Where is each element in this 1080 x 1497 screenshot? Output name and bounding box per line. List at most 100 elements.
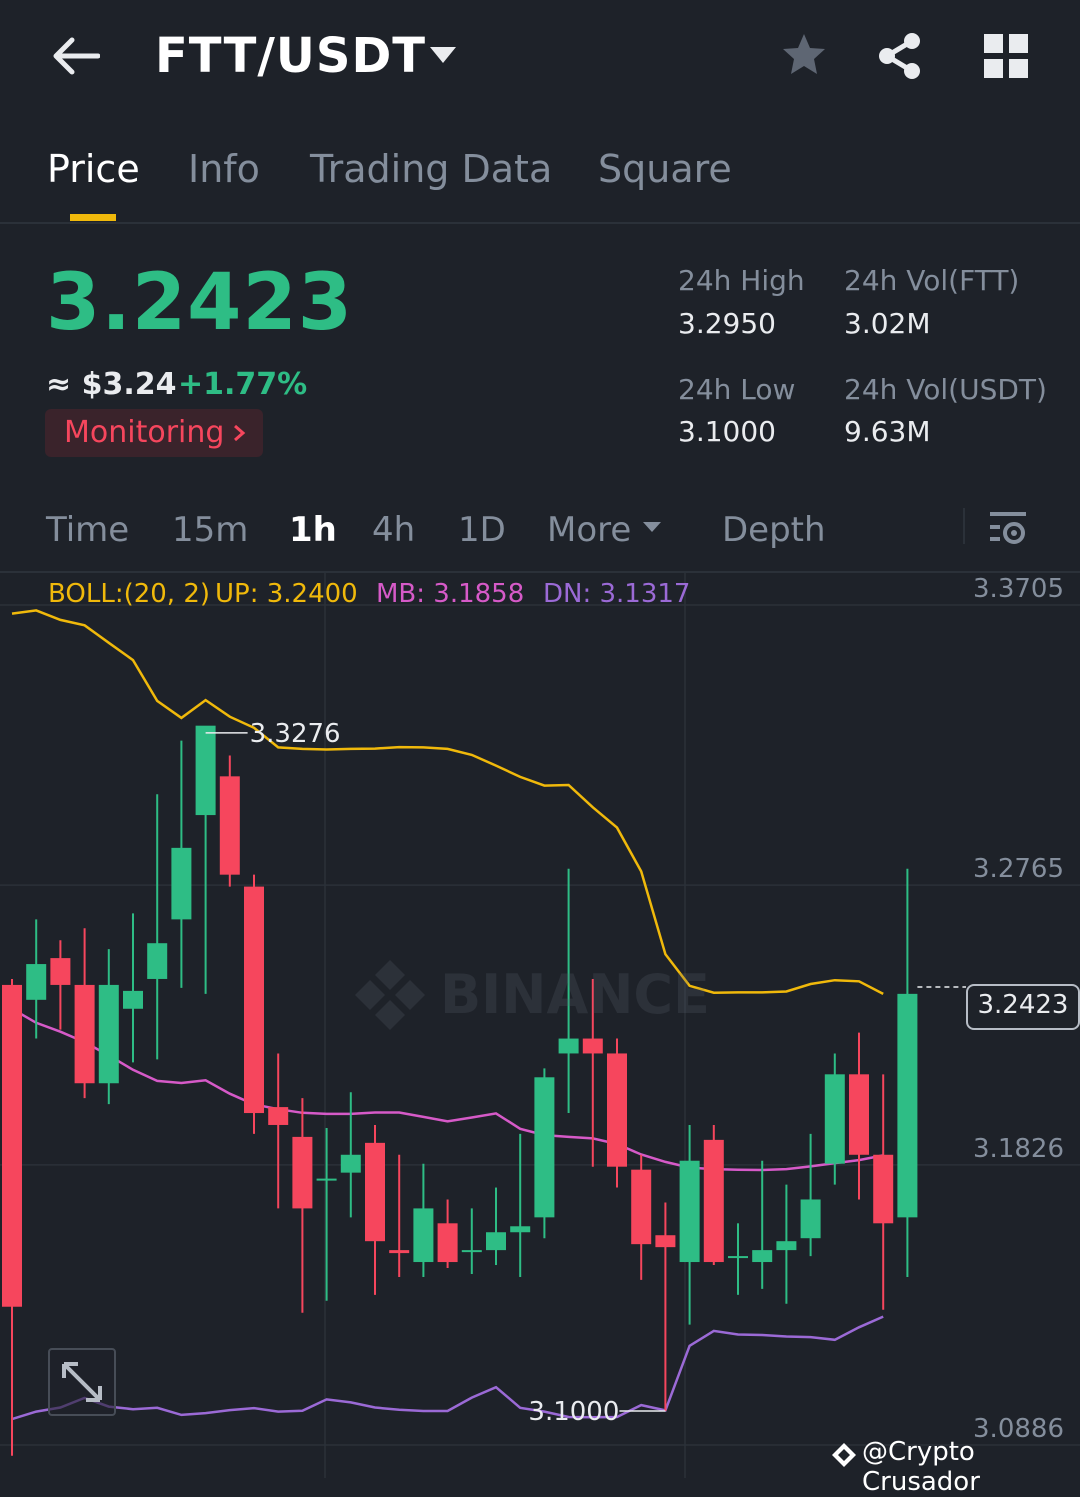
candle xyxy=(2,978,22,1456)
candle xyxy=(655,1202,676,1412)
boll-lower-line xyxy=(11,1315,884,1421)
candle-body xyxy=(171,847,192,920)
y-axis-label: 3.2765 xyxy=(973,854,1064,884)
candle-body xyxy=(26,964,47,1000)
candle xyxy=(74,928,95,1099)
active-tab-indicator xyxy=(70,214,116,221)
candle xyxy=(340,1092,361,1218)
candle-body xyxy=(437,1223,458,1263)
candle xyxy=(607,1038,627,1188)
candle-body xyxy=(147,943,168,979)
chart-settings-icon[interactable] xyxy=(988,508,1028,546)
interval-1d[interactable]: 1D xyxy=(458,510,506,550)
candle-body xyxy=(413,1208,434,1263)
favorite-star-icon[interactable] xyxy=(780,31,828,79)
tab-trading-data[interactable]: Trading Data xyxy=(310,147,552,191)
binance-logo-icon xyxy=(832,1443,856,1467)
candle-body xyxy=(897,993,918,1218)
candle-body xyxy=(74,984,95,1084)
interval-time[interactable]: Time xyxy=(46,510,129,550)
binance-watermark-logo: BINANCE xyxy=(355,960,710,1030)
candle xyxy=(413,1163,434,1277)
candle xyxy=(849,1032,869,1200)
usd-price: ≈ $3.24 xyxy=(46,367,177,402)
caret-down-icon[interactable] xyxy=(642,520,662,534)
candle xyxy=(437,1199,458,1269)
candle xyxy=(534,1068,555,1239)
back-arrow-icon[interactable] xyxy=(50,34,100,78)
24h-low-label: 24h Low xyxy=(678,373,796,406)
tabs-divider xyxy=(0,222,1080,224)
y-axis-label: 3.1826 xyxy=(973,1134,1064,1164)
share-icon[interactable] xyxy=(876,31,924,81)
tab-price[interactable]: Price xyxy=(47,147,140,191)
candle xyxy=(510,1133,531,1277)
last-price: 3.2423 xyxy=(46,258,353,348)
boll-dn-value: DN: 3.1317 xyxy=(543,579,691,609)
candle-body xyxy=(510,1226,531,1233)
24h-low-value: 3.1000 xyxy=(678,415,776,448)
candle xyxy=(389,1154,410,1277)
24h-vol-quote-label: 24h Vol(USDT) xyxy=(844,373,1047,406)
candle-body xyxy=(340,1154,361,1173)
candle-body xyxy=(461,1250,482,1253)
interval-more[interactable]: More xyxy=(547,510,631,550)
candle-body xyxy=(195,725,216,816)
candle-body xyxy=(607,1053,627,1167)
candle xyxy=(26,919,47,1039)
pair-title[interactable]: FTT/USDT xyxy=(155,28,426,84)
candle xyxy=(897,868,918,1277)
24h-high-value: 3.2950 xyxy=(678,307,776,340)
candle xyxy=(800,1133,821,1257)
candle xyxy=(461,1208,482,1274)
candle xyxy=(219,755,240,887)
candle-body xyxy=(316,1178,337,1181)
depth-tab[interactable]: Depth xyxy=(722,510,826,550)
tab-info[interactable]: Info xyxy=(188,147,260,191)
tab-square[interactable]: Square xyxy=(598,147,732,191)
candle xyxy=(244,874,264,1134)
interval-15m[interactable]: 15m xyxy=(172,510,248,550)
candle xyxy=(679,1124,700,1325)
candle-body xyxy=(244,886,264,1114)
interval-4h[interactable]: 4h xyxy=(372,510,415,550)
candle-body xyxy=(679,1160,700,1263)
chevron-down-icon[interactable] xyxy=(428,44,458,66)
candle-body xyxy=(703,1139,724,1263)
interval-separator xyxy=(963,508,965,544)
candle-body xyxy=(219,776,240,875)
interval-1h[interactable]: 1h xyxy=(289,510,337,550)
author-watermark: @Crypto Crusador xyxy=(862,1437,980,1497)
candle xyxy=(486,1187,506,1266)
candle xyxy=(195,725,216,994)
candle xyxy=(98,949,119,1105)
candle-body xyxy=(728,1256,748,1259)
candle-body xyxy=(292,1136,313,1209)
candle xyxy=(703,1124,724,1266)
high-marker-label: 3.3276 xyxy=(250,719,341,749)
candle-body xyxy=(582,1038,603,1054)
candle xyxy=(171,740,192,988)
boll-up-value: UP: 3.2400 xyxy=(215,579,358,609)
fullscreen-button[interactable] xyxy=(48,1348,116,1416)
candle xyxy=(268,1053,289,1209)
candle xyxy=(631,1154,652,1280)
candle-body xyxy=(389,1250,410,1254)
boll-upper-line xyxy=(11,609,884,996)
candle-body xyxy=(655,1235,676,1248)
candle xyxy=(752,1160,773,1289)
candle-body xyxy=(486,1232,506,1251)
candle-body xyxy=(631,1169,652,1245)
candle-body xyxy=(776,1241,797,1251)
candle xyxy=(728,1223,748,1295)
candle-body xyxy=(752,1250,773,1263)
candle-body xyxy=(365,1142,385,1242)
24h-vol-base-label: 24h Vol(FTT) xyxy=(844,264,1020,297)
candle xyxy=(123,913,143,1063)
current-price-label: 3.2423 xyxy=(977,990,1069,1020)
monitoring-label: Monitoring xyxy=(64,415,225,450)
y-axis-label: 3.3705 xyxy=(973,574,1064,604)
candle-body xyxy=(123,990,143,1009)
grid-menu-icon[interactable] xyxy=(984,34,1028,78)
candle-body xyxy=(50,958,71,985)
